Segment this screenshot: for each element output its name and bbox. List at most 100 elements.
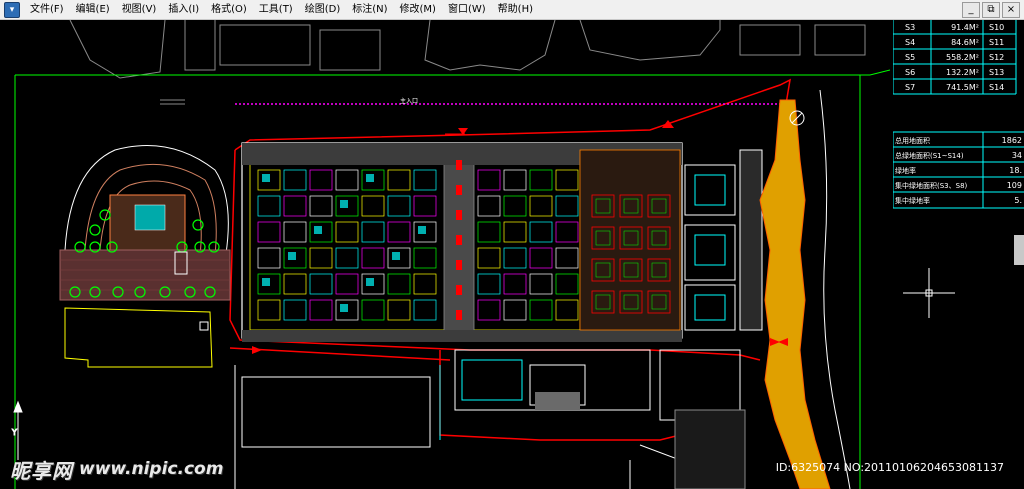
menu-insert[interactable]: 插入(I) (162, 0, 205, 20)
stall-cell (387, 169, 411, 191)
table-summary-label: 绿地率 (895, 166, 916, 175)
stall-cell (529, 247, 553, 269)
stall-cell (309, 247, 333, 269)
table-cell-area: 84.6M² (951, 38, 979, 47)
site-red-outline (229, 78, 791, 441)
drawing-canvas[interactable]: 主入口 Y (0, 20, 1024, 489)
cad-app-icon[interactable]: ▾ (4, 1, 20, 18)
stall-cell (503, 195, 527, 217)
window-controls: _ ⧉ × (962, 1, 1024, 18)
watermark-id: ID:6325074 NO:20110106204653081137 (775, 461, 1004, 474)
menu-view[interactable]: 视图(V) (116, 0, 163, 20)
stall-cell (529, 299, 553, 321)
stall-cell (555, 221, 579, 243)
stall-cell (555, 273, 579, 295)
stall-cell (361, 247, 385, 269)
stall-cell (309, 273, 333, 295)
stall-cell (413, 247, 437, 269)
stall-fill (314, 226, 322, 234)
table-cell-id: S12 (989, 53, 1004, 62)
menu-modify[interactable]: 修改(M) (394, 0, 442, 20)
close-button[interactable]: × (1002, 1, 1020, 18)
table-cell-area: 91.4M² (951, 23, 979, 32)
stall-cell (413, 273, 437, 295)
menu-format[interactable]: 格式(O) (205, 0, 253, 20)
stall-cell (309, 299, 333, 321)
minimize-button[interactable]: _ (962, 1, 980, 18)
stall-cell (257, 247, 281, 269)
table-cell-id: S3 (905, 23, 915, 32)
vertical-scrollbar-thumb[interactable] (1014, 235, 1024, 265)
table-summary-value: 1862 (1002, 136, 1022, 145)
right-units (684, 149, 763, 331)
parking-building (64, 307, 213, 368)
stall-fill (340, 200, 348, 208)
stall-cell (361, 299, 385, 321)
column-marker (456, 160, 462, 170)
stall-cell (555, 299, 579, 321)
stall-cell (503, 221, 527, 243)
stall-fill (418, 226, 426, 234)
stall-cell (503, 299, 527, 321)
watermark-url: www.nipic.com (79, 459, 224, 479)
river-bank (759, 89, 851, 489)
menu-bar: ▾ 文件(F) 编辑(E) 视图(V) 插入(I) 格式(O) 工具(T) 绘图… (0, 0, 1024, 20)
table-cell-id: S4 (905, 38, 915, 47)
column-marker (456, 235, 462, 245)
restore-button[interactable]: ⧉ (982, 1, 1000, 18)
stall-cell (257, 299, 281, 321)
stall-cell (529, 195, 553, 217)
stall-cell (283, 195, 307, 217)
table-summary-value: 109 (1007, 181, 1022, 190)
stall-cell (335, 247, 359, 269)
stall-fill (262, 174, 270, 182)
column-marker (456, 185, 462, 195)
stall-cell (413, 169, 437, 191)
table-cell-id: S13 (989, 68, 1004, 77)
stall-cell (477, 247, 501, 269)
stall-cell (257, 195, 281, 217)
menu-window[interactable]: 窗口(W) (442, 0, 492, 20)
stall-cell (283, 273, 307, 295)
crosshair-cursor (903, 268, 955, 318)
table-summary-label: 集中绿地率 (895, 196, 930, 205)
stall-cell (555, 169, 579, 191)
menu-file[interactable]: 文件(F) (24, 0, 70, 20)
stall-cell (413, 299, 437, 321)
column-marker (456, 260, 462, 270)
menu-dimension[interactable]: 标注(N) (346, 0, 393, 20)
area-table: S3 91.4M² S10 S4 84.6M² S11 S5 558.2M² S12 S6 132.… (892, 20, 1024, 212)
stall-cell (477, 221, 501, 243)
table-cell-area: 741.5M² (946, 83, 979, 92)
menu-edit[interactable]: 编辑(E) (70, 0, 116, 20)
stall-cell (309, 169, 333, 191)
table-cell-area: 558.2M² (946, 53, 979, 62)
stall-cell (283, 169, 307, 191)
watermark-brand: 昵享网 (10, 458, 73, 483)
column-marker (456, 310, 462, 320)
lower-lots (234, 365, 701, 489)
menu-draw[interactable]: 绘图(D) (299, 0, 347, 20)
menu-tools[interactable]: 工具(T) (253, 0, 299, 20)
column-marker (456, 210, 462, 220)
stall-fill (366, 174, 374, 182)
table-summary-value: 5. (1014, 196, 1022, 205)
stall-cell (555, 247, 579, 269)
entrance-label: 主入口 (400, 97, 418, 105)
stall-cell (309, 195, 333, 217)
table-cell-id: S7 (905, 83, 915, 92)
stall-cell (477, 195, 501, 217)
stall-cell (529, 221, 553, 243)
table-summary-label: 集中绿地面积(S3、S8) (895, 181, 968, 190)
stall-cell (283, 299, 307, 321)
stall-fill (340, 304, 348, 312)
stall-fill (262, 278, 270, 286)
stall-cell (361, 195, 385, 217)
stall-cell (387, 299, 411, 321)
stall-cell (257, 221, 281, 243)
watermark-logo: 昵享网 www.nipic.com (10, 452, 223, 486)
table-cell-id: S6 (905, 68, 915, 77)
stall-cell (529, 273, 553, 295)
menu-help[interactable]: 帮助(H) (492, 0, 539, 20)
table-cell-id: S11 (989, 38, 1004, 47)
